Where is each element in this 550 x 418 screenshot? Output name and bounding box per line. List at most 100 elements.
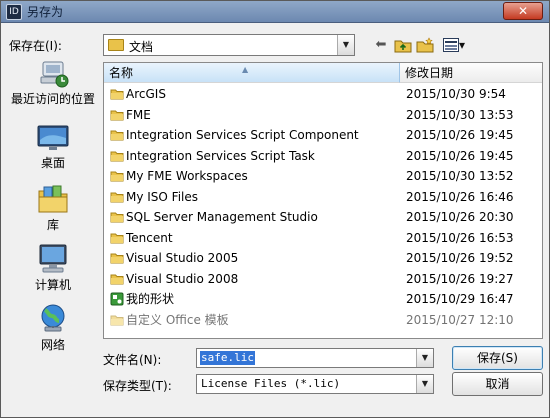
new-folder-icon [416,37,434,53]
app-icon: ID [6,4,22,20]
save-as-dialog: ID 另存为 ✕ 保存在(I): 文档 ▼ ⬅ ▾ 最近访问的位置 桌面 库 计… [0,0,550,418]
save-in-label: 保存在(I): [9,39,62,53]
place-label: 计算机 [34,278,71,292]
folder-icon [110,128,124,145]
file-row[interactable]: 自定义 Office 模板 2015/10/27 12:10 [104,310,542,331]
file-name: SQL Server Management Studio [126,210,318,224]
chevron-down-icon[interactable]: ▼ [416,375,433,393]
computer-icon [39,244,67,273]
folder-icon [110,190,124,207]
folder-icon [110,251,124,268]
place-recent[interactable]: 最近访问的位置 [7,59,99,106]
file-date: 2015/10/26 19:52 [406,251,514,265]
file-name: 自定义 Office 模板 [126,312,229,327]
file-date: 2015/10/26 16:46 [406,189,514,204]
chevron-down-icon[interactable]: ▼ [337,35,354,55]
folder-icon [110,169,124,186]
file-row[interactable]: SQL Server Management Studio 2015/10/26 2… [104,207,542,228]
save-in-value: 文档 [129,40,154,54]
recent-places-icon [40,61,69,88]
filename-label: 文件名(N): [103,353,162,367]
file-row[interactable]: Visual Studio 2005 2015/10/26 19:52 [104,248,542,269]
file-name: FME [126,107,151,122]
column-header-date[interactable]: 修改日期 [400,63,542,83]
folder-icon [110,313,124,330]
file-date: 2015/10/26 19:27 [406,271,514,286]
file-rows: ArcGIS 2015/10/30 9:54 FME 2015/10/30 13:5… [104,84,542,330]
place-label: 网络 [40,338,65,352]
file-name: My ISO Files [126,189,199,204]
file-name: ArcGIS [126,87,166,101]
dialog-title: 另存为 [27,5,64,19]
file-date: 2015/10/30 13:53 [406,107,514,122]
file-date: 2015/10/26 16:53 [406,230,514,245]
file-row[interactable]: Integration Services Script Task 2015/10/… [104,146,542,167]
close-button[interactable]: ✕ [503,2,543,20]
folder-icon [108,39,124,51]
file-row[interactable]: Tencent 2015/10/26 16:53 [104,228,542,249]
libraries-icon [38,185,68,213]
folder-icon [110,272,124,289]
column-header-date-label: 修改日期 [405,66,454,80]
folder-icon [110,87,124,104]
folder-icon [110,149,124,166]
place-computer[interactable]: 计算机 [7,243,99,292]
folder-icon [110,108,124,125]
desktop-icon [37,125,69,150]
file-name: My FME Workspaces [126,169,248,183]
chevron-down-icon: ▾ [458,38,466,52]
file-date: 2015/10/26 19:45 [406,148,514,163]
network-icon [41,304,65,332]
filetype-value: License Files (*.lic) [201,377,341,390]
back-arrow-icon: ⬅ [375,37,387,52]
file-name: 我的形状 [126,292,175,306]
place-label: 库 [46,218,59,232]
file-row[interactable]: Integration Services Script Component 201… [104,125,542,146]
column-header-name-label: 名称 [109,66,134,80]
places-bar: 最近访问的位置 桌面 库 计算机 网络 [7,59,99,379]
filename-combo[interactable]: safe.lic ▼ [196,348,434,368]
cancel-button[interactable]: 取消 [452,372,543,396]
new-folder-button[interactable] [415,35,435,55]
filetype-label: 保存类型(T): [103,379,172,393]
file-date: 2015/10/26 20:30 [406,210,514,224]
file-date: 2015/10/26 19:45 [406,128,514,142]
file-row[interactable]: FME 2015/10/30 13:53 [104,105,542,126]
title-bar[interactable]: ID 另存为 ✕ [1,1,549,23]
file-name: Integration Services Script Task [126,148,315,163]
up-folder-icon [394,40,412,53]
shapes-icon [110,292,124,309]
back-button[interactable]: ⬅ [371,35,391,55]
file-date: 2015/10/30 13:52 [406,169,514,183]
place-libraries[interactable]: 库 [7,183,99,232]
file-list[interactable]: ▲ 名称 修改日期 ArcGIS 2015/10/30 9:54 FME 2015/… [103,62,543,339]
file-row[interactable]: My FME Workspaces 2015/10/30 13:52 [104,166,542,187]
file-name: Visual Studio 2005 [126,251,239,265]
place-desktop[interactable]: 桌面 [7,123,99,170]
file-row[interactable]: Visual Studio 2008 2015/10/26 19:27 [104,269,542,290]
folder-icon [110,210,124,227]
folder-icon [110,231,124,248]
sort-up-icon: ▲ [242,65,249,74]
place-network[interactable]: 网络 [7,303,99,352]
file-row[interactable]: 我的形状 2015/10/29 16:47 [104,289,542,310]
view-menu-button[interactable]: ▾ [438,35,470,55]
filetype-select[interactable]: License Files (*.lic) ▼ [196,374,434,394]
up-folder-button[interactable] [393,35,413,55]
place-label: 桌面 [40,156,65,170]
save-button[interactable]: 保存(S) [452,346,543,370]
file-date: 2015/10/30 9:54 [406,87,506,101]
file-name: Tencent [126,230,173,245]
place-label: 最近访问的位置 [10,92,95,106]
file-name: Visual Studio 2008 [126,271,239,286]
filename-input[interactable]: safe.lic [200,351,255,365]
file-date: 2015/10/27 12:10 [406,312,514,327]
file-row[interactable]: My ISO Files 2015/10/26 16:46 [104,187,542,208]
file-name: Integration Services Script Component [126,128,359,142]
column-header-name[interactable]: ▲ 名称 [104,63,400,83]
file-row[interactable]: ArcGIS 2015/10/30 9:54 [104,84,542,105]
view-menu-icon [442,38,459,52]
save-in-dropdown[interactable]: 文档 ▼ [103,34,355,56]
file-date: 2015/10/29 16:47 [406,292,514,306]
chevron-down-icon[interactable]: ▼ [416,349,433,367]
